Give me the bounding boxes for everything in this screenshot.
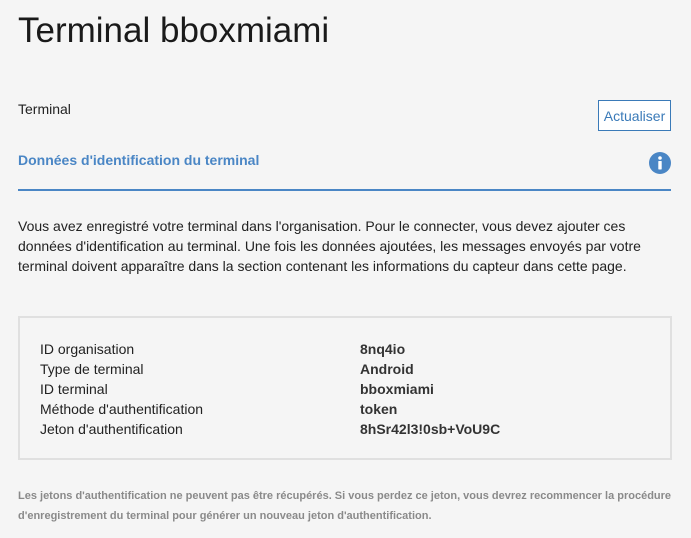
panel-heading: Données d'identification du terminal <box>18 152 260 168</box>
credential-row-terminal-type: Type de terminal Android <box>40 359 640 379</box>
credential-row-terminal-id: ID terminal bboxmiami <box>40 379 640 399</box>
page-title: Terminal bboxmiami <box>18 11 330 50</box>
credential-label: ID terminal <box>40 381 108 397</box>
refresh-button[interactable]: Actualiser <box>598 100 671 131</box>
credential-row-org-id: ID organisation 8nq4io <box>40 339 640 359</box>
credential-label: Jeton d'authentification <box>40 421 183 437</box>
credential-value: Android <box>360 361 414 377</box>
panel-header: Données d'identification du terminal <box>18 150 671 191</box>
credential-value: bboxmiami <box>360 381 434 397</box>
footnote-warning: Les jetons d'authentification ne peuvent… <box>18 490 672 522</box>
credential-label: Méthode d'authentification <box>40 401 204 417</box>
credential-row-auth-method: Méthode d'authentification token <box>40 399 640 419</box>
info-icon[interactable] <box>649 152 671 174</box>
credentials-box: ID organisation 8nq4io Type de terminal … <box>18 316 672 460</box>
credential-value[interactable]: 8hSr42l3!0sb+VoU9C <box>360 419 500 439</box>
credential-value: token <box>360 401 398 417</box>
credential-label: Type de terminal <box>40 361 144 377</box>
credential-value: 8nq4io <box>360 341 406 357</box>
description-text: Vous avez enregistré votre terminal dans… <box>18 218 641 274</box>
credential-label: ID organisation <box>40 341 135 357</box>
credential-row-auth-token: Jeton d'authentification 8hSr42l3!0sb+Vo… <box>40 419 640 439</box>
section-label: Terminal <box>18 101 71 117</box>
